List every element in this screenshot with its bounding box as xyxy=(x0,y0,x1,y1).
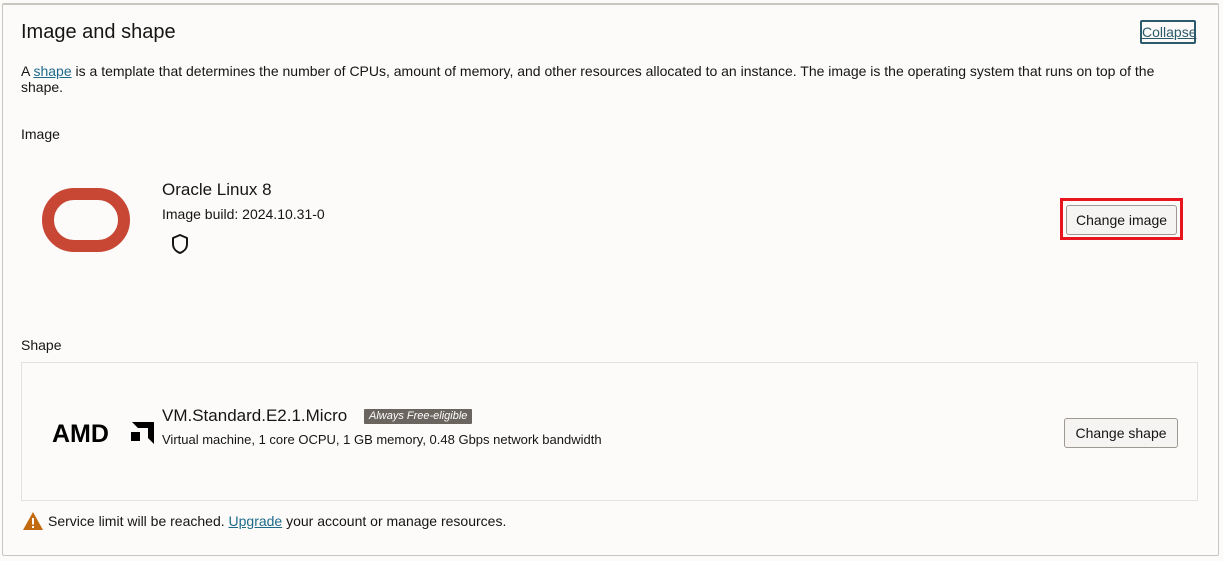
collapse-button[interactable]: Collapse xyxy=(1140,20,1196,44)
service-limit-notice: Service limit will be reached. Upgrade y… xyxy=(48,513,507,529)
upgrade-link[interactable]: Upgrade xyxy=(229,513,283,529)
image-section-label: Image xyxy=(21,126,60,142)
warning-icon xyxy=(23,512,43,530)
shape-section-label: Shape xyxy=(21,337,62,353)
shape-description: Virtual machine, 1 core OCPU, 1 GB memor… xyxy=(162,432,602,447)
amd-logo-icon: AMD xyxy=(52,420,154,446)
free-eligible-badge: Always Free-eligible xyxy=(364,409,473,424)
section-title: Image and shape xyxy=(21,21,176,43)
shape-name: VM.Standard.E2.1.Micro xyxy=(162,406,348,425)
svg-text:AMD: AMD xyxy=(52,420,109,446)
change-shape-button[interactable]: Change shape xyxy=(1064,418,1178,448)
image-name: Oracle Linux 8 xyxy=(162,180,272,199)
shield-icon xyxy=(172,234,188,254)
section-description: A shape is a template that determines th… xyxy=(21,63,1155,95)
change-image-button[interactable]: Change image xyxy=(1066,205,1177,235)
shape-link[interactable]: shape xyxy=(33,63,71,79)
oracle-logo-icon xyxy=(42,188,130,252)
image-build: Image build: 2024.10.31-0 xyxy=(162,206,325,222)
